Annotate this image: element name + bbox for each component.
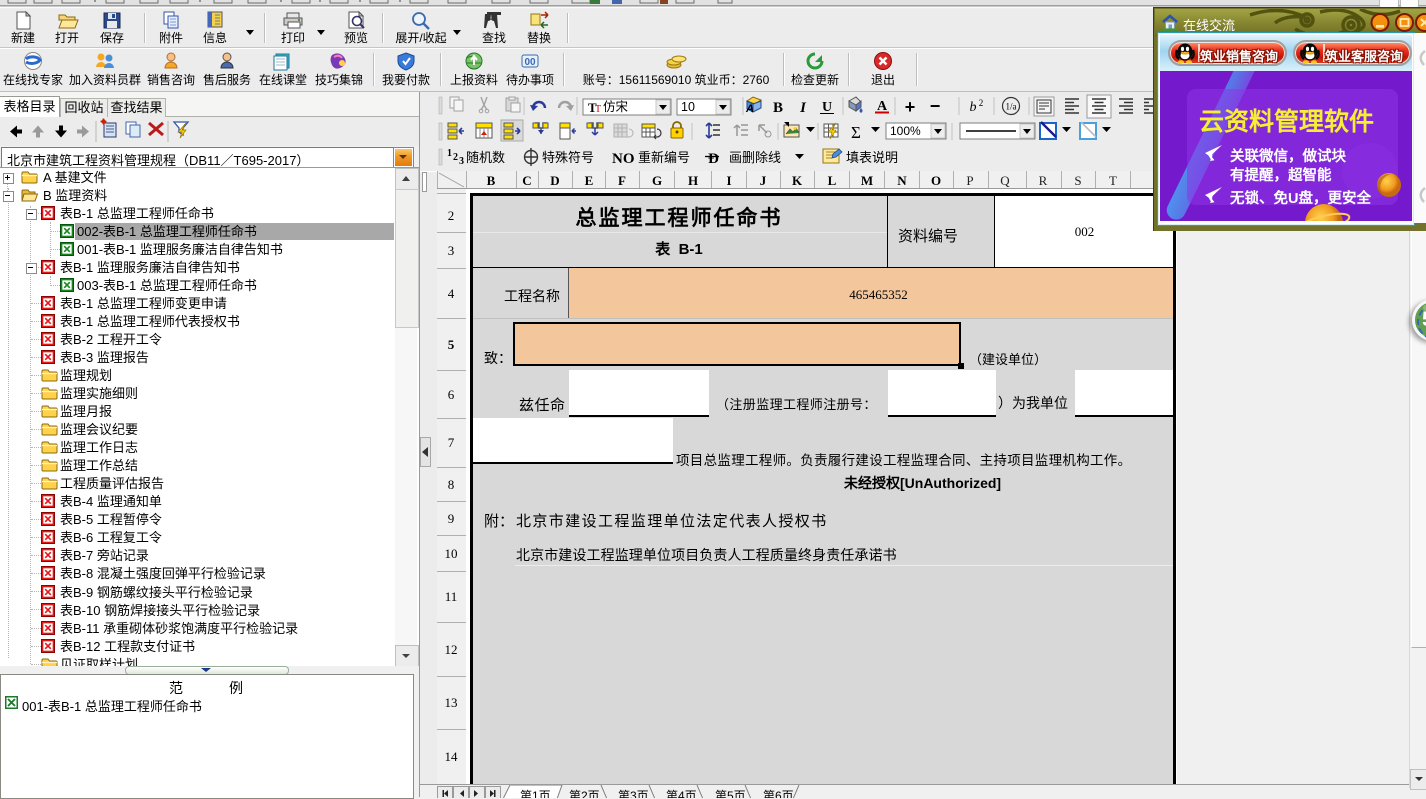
svg-text:技巧集锦: 技巧集锦 — [315, 72, 363, 87]
svg-text:Đ: Đ — [708, 151, 719, 167]
svg-text:预览: 预览 — [344, 30, 368, 45]
svg-text:12: 12 — [445, 642, 458, 657]
svg-text:2: 2 — [979, 98, 984, 108]
svg-text:展开/收起: 展开/收起 — [395, 31, 446, 45]
svg-text:附件: 附件 — [159, 31, 183, 45]
svg-text:A: A — [745, 103, 754, 115]
svg-text:I: I — [726, 173, 731, 188]
svg-text:退出: 退出 — [871, 73, 895, 87]
svg-text:1/a: 1/a — [1006, 102, 1017, 112]
svg-text:F: F — [618, 173, 626, 188]
svg-text:10: 10 — [681, 100, 695, 114]
svg-text:13: 13 — [445, 695, 458, 710]
svg-text:NO: NO — [612, 151, 635, 167]
svg-text:Q: Q — [1000, 173, 1010, 188]
svg-text:O: O — [931, 173, 941, 188]
svg-text:K: K — [792, 173, 803, 188]
svg-text:−: − — [930, 96, 941, 116]
svg-text:I: I — [799, 100, 807, 116]
svg-text:在线课堂: 在线课堂 — [259, 73, 307, 87]
svg-text:B: B — [487, 173, 496, 188]
svg-text:保存: 保存 — [100, 31, 124, 45]
svg-text:随机数: 随机数 — [466, 150, 505, 165]
svg-text:9: 9 — [448, 511, 455, 526]
svg-text:G: G — [652, 173, 662, 188]
svg-text:7: 7 — [448, 435, 455, 450]
svg-text:账号：15611569010 筑业币：2760: 账号：15611569010 筑业币：2760 — [583, 72, 770, 87]
svg-text:替换: 替换 — [527, 31, 551, 45]
svg-text:P: P — [966, 173, 973, 188]
svg-text:特殊符号: 特殊符号 — [542, 150, 594, 165]
svg-text:售后服务: 售后服务 — [203, 72, 251, 87]
svg-text:加入资料员群: 加入资料员群 — [69, 73, 141, 87]
svg-text:重新编号: 重新编号 — [638, 150, 690, 165]
svg-text:11: 11 — [445, 589, 458, 604]
svg-text:8: 8 — [448, 477, 455, 492]
svg-text:+: + — [905, 97, 916, 117]
svg-text:5: 5 — [448, 337, 455, 352]
svg-text:在线找专家: 在线找专家 — [3, 72, 63, 87]
svg-text:6: 6 — [448, 387, 455, 402]
svg-text:J: J — [760, 173, 767, 188]
svg-text:填表说明: 填表说明 — [846, 150, 898, 165]
svg-text:10: 10 — [445, 546, 458, 561]
svg-text:我要付款: 我要付款 — [382, 73, 430, 87]
svg-text:新建: 新建 — [11, 30, 35, 45]
svg-text:100%: 100% — [890, 124, 921, 138]
svg-text:画删除线: 画删除线 — [729, 150, 781, 165]
svg-text:H: H — [688, 173, 698, 188]
svg-text:S: S — [1074, 173, 1081, 188]
svg-text:N: N — [897, 173, 907, 188]
svg-text:M: M — [861, 173, 873, 188]
svg-text:打印: 打印 — [281, 31, 305, 45]
svg-text:2: 2 — [453, 152, 458, 163]
svg-text:C: C — [522, 173, 531, 188]
svg-text:查找: 查找 — [482, 31, 506, 45]
svg-text:14: 14 — [445, 749, 459, 764]
svg-text:4: 4 — [448, 286, 455, 301]
svg-text:仿宋: 仿宋 — [603, 99, 629, 114]
svg-text:T: T — [1109, 173, 1117, 188]
svg-text:2: 2 — [448, 208, 455, 223]
svg-text:检查更新: 检查更新 — [791, 72, 839, 87]
svg-text:R: R — [1039, 173, 1048, 188]
svg-text:3: 3 — [448, 243, 455, 258]
svg-text:1: 1 — [447, 148, 452, 159]
svg-text:销售咨询: 销售咨询 — [147, 72, 195, 87]
svg-text:D: D — [550, 173, 559, 188]
svg-text:b: b — [970, 100, 977, 115]
svg-text:L: L — [828, 173, 837, 188]
svg-text:T: T — [595, 104, 601, 115]
svg-text:3: 3 — [459, 156, 464, 167]
svg-text:待办事项: 待办事项 — [506, 72, 554, 87]
svg-text:00: 00 — [524, 57, 536, 68]
svg-text:打开: 打开 — [55, 31, 79, 45]
svg-text:上报资料: 上报资料 — [450, 72, 498, 87]
svg-text:B: B — [773, 100, 783, 116]
svg-text:Σ: Σ — [851, 123, 861, 142]
svg-text:信息: 信息 — [203, 30, 227, 45]
svg-text:U: U — [822, 100, 832, 115]
svg-text:E: E — [585, 173, 594, 188]
